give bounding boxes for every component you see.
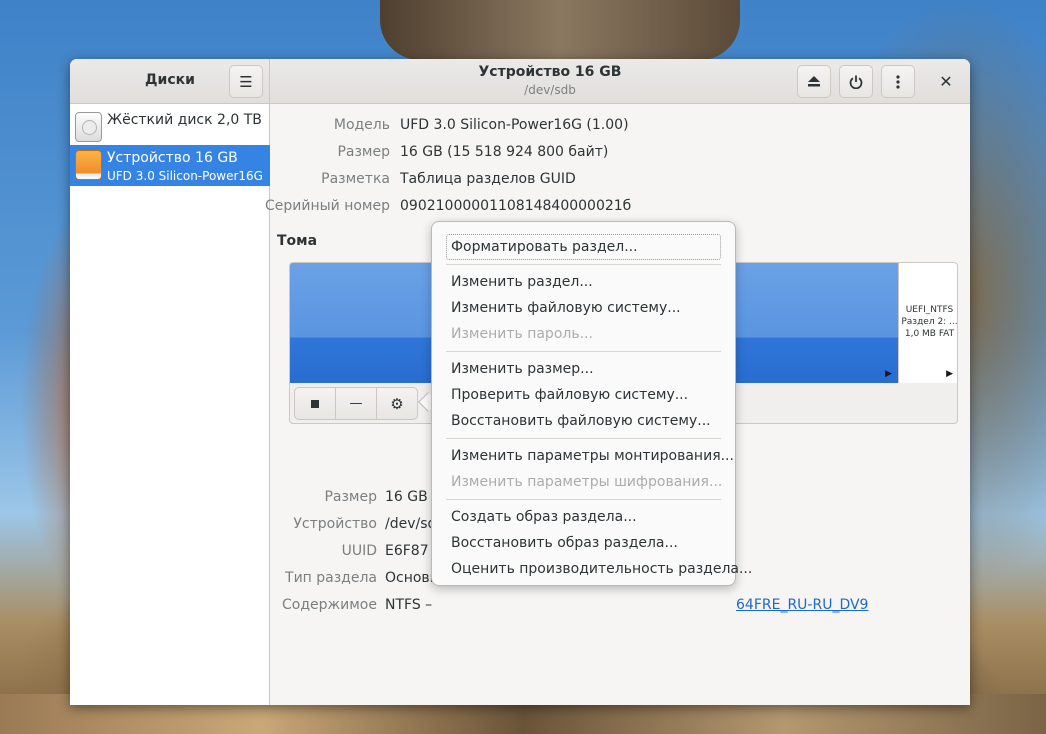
window-title: Устройство 16 GB [478, 64, 622, 80]
menu-edit-filesystem[interactable]: Изменить файловую систему... [446, 295, 721, 321]
vertical-dots-icon [896, 74, 900, 89]
minus-icon: — [349, 396, 363, 411]
model-label: Модель [333, 117, 390, 133]
partition-expand-icon: ▶ [885, 369, 892, 379]
contents-label: Содержимое [282, 597, 377, 613]
partition-size-label: Размер [324, 489, 377, 505]
device-label: Устройство [293, 516, 377, 532]
size-label: Размер [337, 144, 390, 160]
partition-options-button[interactable]: ⚙ [377, 388, 417, 419]
menu-separator [446, 499, 721, 500]
sidebar-item-usb[interactable]: Устройство 16 GB UFD 3.0 Silicon-Power16… [70, 145, 270, 186]
delete-partition-button[interactable]: — [336, 388, 377, 419]
volume-toolbar: — ⚙ [294, 387, 418, 420]
stop-icon [311, 399, 319, 408]
eject-icon [808, 76, 820, 87]
device-value: /dev/sd [385, 516, 437, 532]
hamburger-menu-icon: ☰ [239, 72, 253, 91]
drive-model: UFD 3.0 Silicon-Power16G [107, 169, 263, 183]
menu-edit-mount-options[interactable]: Изменить параметры монтирования... [446, 443, 734, 469]
power-icon [849, 75, 863, 89]
hard-disk-icon [75, 112, 102, 142]
size-value: 16 GB (15 518 924 800 байт) [400, 144, 609, 160]
mount-point-link[interactable]: 64FRE_RU-RU_DV9 [736, 597, 868, 613]
serial-label: Серийный номер [264, 198, 390, 214]
window-subtitle: /dev/sdb [524, 83, 576, 97]
power-off-button[interactable] [839, 65, 873, 98]
gears-icon: ⚙ [390, 394, 404, 413]
unmount-button[interactable] [295, 388, 336, 419]
menu-resize[interactable]: Изменить размер... [446, 356, 721, 382]
drive-options-button[interactable] [881, 65, 915, 98]
volumes-heading: Тома [277, 233, 318, 249]
uuid-label: UUID [341, 543, 377, 559]
partition-expand-icon: ▶ [946, 369, 953, 379]
partitioning-label: Разметка [321, 171, 390, 187]
partition-2-name: UEFI_NTFS [905, 305, 954, 315]
partition-2-block[interactable]: UEFI_NTFS Раздел 2: ... 1,0 MB FAT ▶ [898, 263, 958, 383]
drive-name: Устройство 16 GB [107, 150, 238, 166]
menu-benchmark[interactable]: Оценить производительность раздела... [446, 556, 752, 582]
menu-edit-partition[interactable]: Изменить раздел... [446, 269, 721, 295]
drive-name: Жёсткий диск 2,0 TB [107, 112, 262, 128]
menu-separator [446, 438, 721, 439]
close-icon: ✕ [939, 71, 953, 91]
eject-button[interactable] [797, 65, 831, 98]
partition-type-label: Тип раздела [285, 570, 377, 586]
menu-restore-image[interactable]: Восстановить образ раздела... [446, 530, 721, 556]
menu-separator [446, 264, 721, 265]
menu-format-partition[interactable]: Форматировать раздел... [446, 234, 721, 260]
header-bar: Диски ☰ Устройство 16 GB /dev/sdb ✕ [70, 59, 970, 104]
close-button[interactable]: ✕ [932, 67, 960, 95]
serial-value: 0902100000110814840000021б [400, 198, 632, 214]
menu-repair-filesystem[interactable]: Восстановить файловую систему... [446, 408, 721, 434]
app-menu-button[interactable]: ☰ [229, 65, 263, 98]
menu-change-passphrase: Изменить пароль... [451, 326, 593, 342]
usb-drive-icon [75, 150, 102, 180]
menu-check-filesystem[interactable]: Проверить файловую систему... [446, 382, 721, 408]
menu-edit-encryption-options: Изменить параметры шифрования... [451, 474, 723, 490]
wallpaper-tree [380, 0, 740, 60]
model-value: UFD 3.0 Silicon-Power16G (1.00) [400, 117, 629, 133]
partition-2-label: UEFI_NTFS Раздел 2: ... 1,0 MB FAT [899, 304, 958, 340]
menu-separator [446, 351, 721, 352]
sidebar-item-hdd[interactable]: Жёсткий диск 2,0 TB [70, 107, 270, 148]
partitioning-value: Таблица разделов GUID [400, 171, 576, 187]
partition-2-number: Раздел 2: ... [901, 317, 958, 327]
contents-value: NTFS – [385, 597, 433, 613]
menu-create-image[interactable]: Создать образ раздела... [446, 504, 721, 530]
drives-sidebar: Жёсткий диск 2,0 TB Устройство 16 GB UFD… [70, 104, 270, 705]
uuid-value: E6F87 [385, 543, 429, 559]
partition-2-size: 1,0 MB FAT [904, 329, 955, 339]
sidebar-header: Диски ☰ [70, 59, 270, 104]
partition-options-menu: Форматировать раздел... Изменить раздел.… [431, 221, 752, 586]
